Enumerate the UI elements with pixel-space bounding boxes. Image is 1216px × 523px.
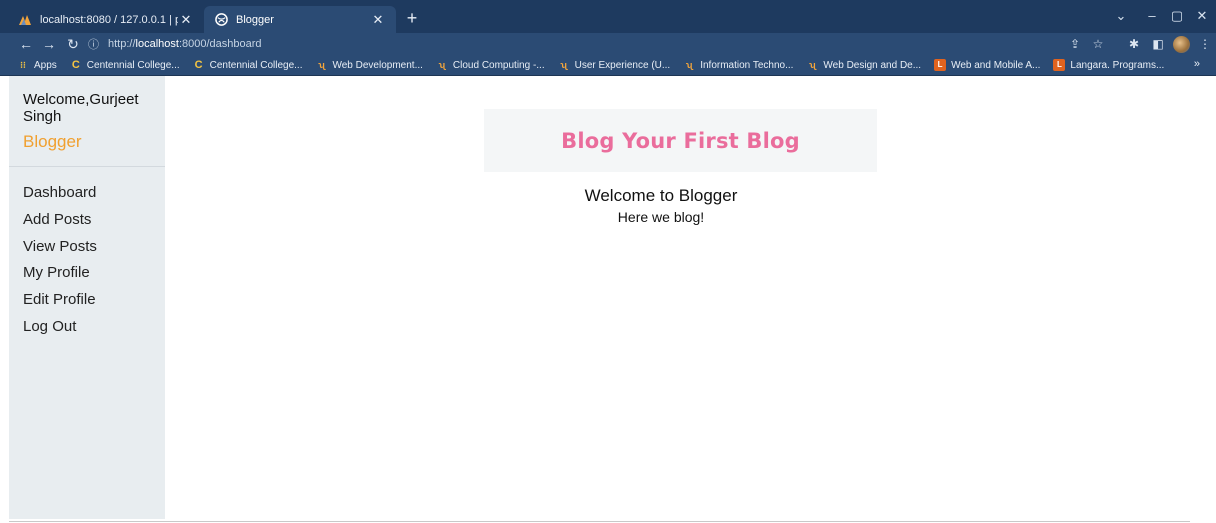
sidebar-item-edit-profile[interactable]: Edit Profile xyxy=(23,290,97,317)
url-scheme: http:// xyxy=(108,38,136,50)
bookmark-item[interactable]: ʯ User Experience (U... xyxy=(558,59,670,71)
tab-close-icon[interactable]: ✕ xyxy=(178,12,194,28)
side-panel-icon[interactable]: ◧ xyxy=(1149,35,1167,53)
url-field[interactable]: ⓘ http://localhost:8000/dashboard xyxy=(88,35,1088,53)
bookmark-item[interactable]: ʯ Information Techno... xyxy=(683,59,794,71)
new-tab-button[interactable]: + xyxy=(402,8,422,28)
welcome-subheading: Here we blog! xyxy=(617,209,705,225)
bookmark-item[interactable]: L Langara. Programs... xyxy=(1053,59,1164,71)
dev-icon: ʯ xyxy=(318,60,325,70)
bookmark-item[interactable]: ʯ Web Design and De... xyxy=(806,59,921,71)
welcome-user-text: Welcome,Gurjeet Singh xyxy=(23,91,139,125)
browser-tab-phpmyadmin[interactable]: localhost:8080 / 127.0.0.1 | phpM ✕ xyxy=(8,6,204,33)
close-window-icon[interactable]: ✕ xyxy=(1188,6,1216,26)
tab-title: Blogger xyxy=(236,13,274,26)
langara-icon: L xyxy=(1053,59,1066,71)
tab-title: localhost:8080 / 127.0.0.1 | phpM xyxy=(40,13,178,26)
bookmark-item[interactable]: ʯ Cloud Computing -... xyxy=(436,59,545,71)
bookmark-item[interactable]: C Centennial College... xyxy=(70,59,180,71)
globe-icon xyxy=(214,13,228,27)
dev-icon: ʯ xyxy=(685,60,693,70)
sidebar-divider xyxy=(9,166,165,167)
sidebar: Welcome,Gurjeet Singh Blogger Dashboard … xyxy=(9,76,165,519)
sidebar-nav: Dashboard Add Posts View Posts My Profil… xyxy=(23,183,97,344)
bookmark-item[interactable]: ʯ Web Development... xyxy=(315,59,423,71)
bookmarks-overflow-icon[interactable]: » xyxy=(1194,58,1200,70)
sidebar-item-log-out[interactable]: Log Out xyxy=(23,317,97,344)
dev-icon: ʯ xyxy=(560,60,567,70)
browser-tab-blogger[interactable]: Blogger ✕ xyxy=(204,6,396,33)
bookmark-item[interactable]: L Web and Mobile A... xyxy=(934,59,1040,71)
bookmark-apps[interactable]: ⁝⁝ Apps xyxy=(17,59,57,71)
welcome-heading: Welcome to Blogger xyxy=(584,186,738,205)
brand-link[interactable]: Blogger xyxy=(23,132,82,152)
more-menu-icon[interactable]: ⋮ xyxy=(1196,35,1214,53)
info-icon[interactable]: ⓘ xyxy=(88,36,102,52)
back-arrow-icon[interactable]: ← xyxy=(17,35,35,53)
dev-icon: ʯ xyxy=(438,60,446,70)
page-viewport: Welcome,Gurjeet Singh Blogger Dashboard … xyxy=(0,76,1216,523)
reload-icon[interactable]: ↻ xyxy=(64,35,82,53)
hero-banner: Blog Your First Blog xyxy=(484,109,877,172)
c-logo-icon: C xyxy=(194,59,203,71)
sidebar-item-my-profile[interactable]: My Profile xyxy=(23,263,97,290)
tab-close-icon[interactable]: ✕ xyxy=(370,12,386,28)
tab-search-chevron-icon[interactable]: ⌄ xyxy=(1107,6,1135,26)
share-icon[interactable]: ⇪ xyxy=(1066,35,1084,53)
minimize-window-icon[interactable]: – xyxy=(1138,6,1166,26)
forward-arrow-icon[interactable]: → xyxy=(40,35,58,53)
profile-avatar[interactable] xyxy=(1173,36,1190,53)
bookmark-item[interactable]: C Centennial College... xyxy=(193,59,303,71)
restore-window-icon[interactable]: ▢ xyxy=(1163,6,1191,26)
phpmyadmin-icon xyxy=(18,13,32,27)
address-bar: ← → ↻ ⓘ http://localhost:8000/dashboard … xyxy=(0,33,1216,55)
bookmarks-bar: ⁝⁝ Apps C Centennial College... C Centennia… xyxy=(0,55,1216,76)
sidebar-item-view-posts[interactable]: View Posts xyxy=(23,237,97,264)
sidebar-item-add-posts[interactable]: Add Posts xyxy=(23,210,97,237)
url-host: localhost xyxy=(135,38,179,50)
hero-title: Blog Your First Blog xyxy=(561,128,800,153)
langara-icon: L xyxy=(934,59,947,71)
bookmark-star-icon[interactable]: ☆ xyxy=(1089,35,1107,53)
dev-icon: ʯ xyxy=(809,60,816,70)
apps-grid-icon: ⁝⁝ xyxy=(20,60,26,70)
c-logo-icon: C xyxy=(71,59,80,71)
sidebar-item-dashboard[interactable]: Dashboard xyxy=(23,183,97,210)
url-path: :8000/dashboard xyxy=(178,38,262,50)
extensions-puzzle-icon[interactable]: ✱ xyxy=(1125,35,1143,53)
browser-tab-strip: localhost:8080 / 127.0.0.1 | phpM ✕ Blog… xyxy=(0,0,1216,33)
horizontal-scrollbar[interactable] xyxy=(9,521,1190,522)
